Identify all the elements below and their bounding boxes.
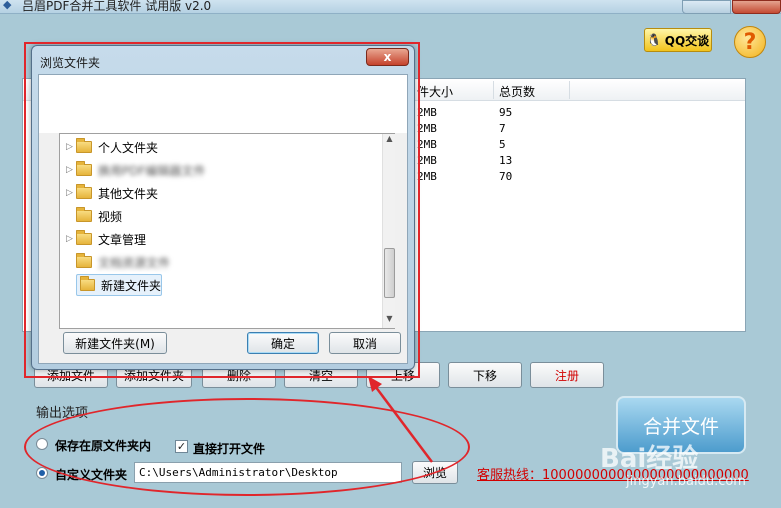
custom-folder-label[interactable]: 自定义文件夹 <box>55 466 127 483</box>
expand-arrow-icon[interactable]: ▷ <box>66 188 76 198</box>
table-cell-pages: 70 <box>499 170 513 183</box>
output-path-input[interactable]: C:\Users\Administrator\Desktop <box>134 462 402 483</box>
table-cell-size: 2MB <box>417 122 437 135</box>
tree-item-label: 个人文件夹 <box>98 140 159 155</box>
column-header-size[interactable]: 件大小 <box>417 83 453 100</box>
app-title: 吕眉PDF合并工具软件 试用版 v2.0 <box>22 0 212 13</box>
scroll-down-icon[interactable]: ▼ <box>383 314 396 327</box>
scroll-up-icon[interactable]: ▲ <box>383 134 396 147</box>
table-cell-size: 2MB <box>417 170 437 183</box>
tree-item-folder[interactable]: 文档资源文件 <box>66 251 378 273</box>
scroll-thumb[interactable] <box>384 248 395 298</box>
dialog-close-button[interactable]: x <box>366 48 409 66</box>
table-cell-pages: 5 <box>499 138 506 151</box>
open-directly-checkbox[interactable]: ✓ <box>175 440 188 453</box>
column-header-pages[interactable]: 总页数 <box>499 83 535 100</box>
dialog-description-area <box>39 75 407 133</box>
dialog-body: ▷ 个人文件夹 ▷ 换用PDF编辑器文件 ▷ 其他文件夹 视频 ▷ 文章管理 文… <box>38 74 408 364</box>
tree-item-label: 文章管理 <box>98 232 147 247</box>
table-cell-pages: 7 <box>499 122 506 135</box>
app-icon: ◆ <box>3 0 12 11</box>
keep-original-folder-radio[interactable] <box>36 438 48 450</box>
tree-item-folder[interactable]: ▷ 个人文件夹 <box>66 136 378 158</box>
table-cell-pages: 95 <box>499 106 513 119</box>
tree-item-folder-selected[interactable]: 新建文件夹 <box>76 274 162 296</box>
folder-tree[interactable]: ▷ 个人文件夹 ▷ 换用PDF编辑器文件 ▷ 其他文件夹 视频 ▷ 文章管理 文… <box>59 133 395 329</box>
table-cell-size: 2MB <box>417 138 437 151</box>
minimize-button[interactable] <box>682 0 731 14</box>
cancel-button[interactable]: 取消 <box>329 332 401 354</box>
new-folder-button[interactable]: 新建文件夹(M) <box>63 332 167 354</box>
output-options-label: 输出选项 <box>36 406 89 421</box>
help-icon[interactable]: ? <box>734 26 766 58</box>
folder-icon <box>76 207 92 222</box>
expand-arrow-icon[interactable]: ▷ <box>66 165 76 175</box>
close-icon: x <box>383 50 392 64</box>
folder-icon <box>76 138 92 153</box>
tree-item-label: 视频 <box>98 209 123 224</box>
move-down-button[interactable]: 下移 <box>448 362 522 388</box>
tree-item-label: 其他文件夹 <box>98 186 159 201</box>
main-close-button[interactable] <box>732 0 781 14</box>
register-button[interactable]: 注册 <box>530 362 604 388</box>
expand-arrow-icon[interactable]: ▷ <box>66 142 76 152</box>
tree-scrollbar[interactable]: ▲ ▼ <box>382 134 395 328</box>
folder-icon <box>76 161 92 176</box>
tree-item-folder[interactable]: ▷ 换用PDF编辑器文件 <box>66 159 378 181</box>
tree-item-folder[interactable]: ▷ 其他文件夹 <box>66 182 378 204</box>
column-separator <box>493 81 494 99</box>
browse-button[interactable]: 浏览 <box>412 461 458 484</box>
qq-chat-button[interactable]: 🐧 QQ交谈 <box>644 28 712 52</box>
table-cell-size: 2MB <box>417 154 437 167</box>
column-separator <box>569 81 570 99</box>
baidu-watermark-url: jingyan.baidu.com <box>626 474 746 489</box>
folder-icon <box>80 276 95 291</box>
tree-item-label: 文档资源文件 <box>98 255 171 270</box>
dialog-title: 浏览文件夹 <box>40 56 101 70</box>
open-directly-label[interactable]: 直接打开文件 <box>193 440 265 457</box>
folder-icon <box>76 184 92 199</box>
baidu-watermark-logo: Bai经验 <box>600 444 699 474</box>
browse-folder-dialog: 浏览文件夹 x ▷ 个人文件夹 ▷ 换用PDF编辑器文件 ▷ 其他文件夹 视频 … <box>31 45 415 370</box>
folder-icon <box>76 230 92 245</box>
ok-button[interactable]: 确定 <box>247 332 319 354</box>
table-cell-size: 2MB <box>417 106 437 119</box>
tree-item-folder[interactable]: ▷ 文章管理 <box>66 228 378 250</box>
custom-folder-radio[interactable] <box>36 467 48 479</box>
table-cell-pages: 13 <box>499 154 513 167</box>
tree-item-label: 新建文件夹 <box>100 278 161 293</box>
qq-chat-label: QQ交谈 <box>664 33 710 48</box>
tree-item-folder[interactable]: 视频 <box>66 205 378 227</box>
folder-icon <box>76 253 92 268</box>
penguin-icon: 🐧 <box>646 33 662 47</box>
tree-item-label: 换用PDF编辑器文件 <box>98 163 206 178</box>
main-title-bar: ◆ 吕眉PDF合并工具软件 试用版 v2.0 <box>0 0 781 14</box>
keep-original-folder-label[interactable]: 保存在原文件夹内 <box>55 437 151 454</box>
expand-arrow-icon[interactable]: ▷ <box>66 234 76 244</box>
